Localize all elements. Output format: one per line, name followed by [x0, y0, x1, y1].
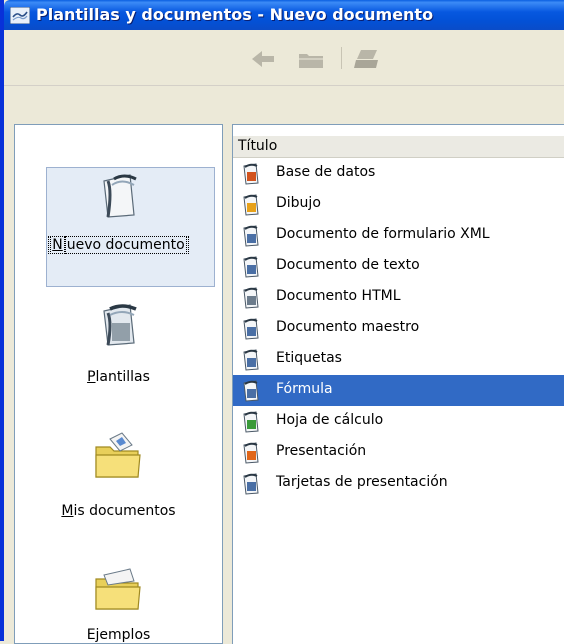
business-cards-icon: [243, 473, 259, 495]
spreadsheet-icon: [243, 411, 259, 433]
list-item[interactable]: Documento de formulario XML: [233, 220, 564, 251]
samples-folder-icon: [95, 568, 141, 610]
list-item[interactable]: Etiquetas: [233, 344, 564, 375]
labels-icon: [243, 349, 259, 371]
formula-icon: [243, 380, 259, 402]
list-item-label: Fórmula: [276, 381, 333, 397]
folder-up-icon[interactable]: [296, 47, 326, 71]
list-item-label: Base de datos: [276, 164, 376, 180]
back-arrow-icon[interactable]: [250, 47, 276, 71]
list-item-label: Tarjetas de presentación: [276, 474, 448, 490]
new-document-icon: [103, 174, 137, 218]
list-item-label: Documento HTML: [276, 288, 401, 304]
list-item-label: Documento maestro: [276, 319, 420, 335]
list-item[interactable]: Base de datos: [233, 158, 564, 189]
list-item-label: Dibujo: [276, 195, 321, 211]
nav-item-nuevo-documento[interactable]: Nuevo documento: [15, 125, 222, 287]
draw-icon: [243, 194, 259, 216]
toolbar-separator: [341, 47, 342, 69]
list-item-label: Documento de formulario XML: [276, 226, 490, 242]
list-item-label: Documento de texto: [276, 257, 420, 273]
templates-icon: [103, 304, 137, 346]
list-item[interactable]: Fórmula: [233, 375, 564, 406]
dialog-window: Plantillas y documentos - Nuevo document…: [0, 0, 564, 644]
title-bar[interactable]: Plantillas y documentos - Nuevo document…: [4, 0, 564, 30]
list-item-label: Etiquetas: [276, 350, 342, 366]
nav-item-plantillas[interactable]: Plantillas: [15, 243, 222, 385]
nav-item-mis-documentos[interactable]: Mis documentos: [15, 371, 222, 519]
list-item[interactable]: Documento maestro: [233, 313, 564, 344]
document-list-panel: Título Base de datos Dibujo Documento de f…: [232, 124, 564, 644]
list-item[interactable]: Documento de texto: [233, 251, 564, 282]
app-icon: [10, 7, 30, 24]
html-document-icon: [243, 287, 259, 309]
list-item[interactable]: Hoja de cálculo: [233, 406, 564, 437]
window-title: Plantillas y documentos - Nuevo document…: [36, 5, 434, 24]
my-documents-folder-icon: [95, 432, 141, 478]
column-header-title[interactable]: Título: [233, 136, 564, 158]
database-icon: [243, 163, 259, 185]
document-list: Base de datos Dibujo Documento de formular…: [233, 158, 564, 499]
xml-form-icon: [243, 225, 259, 247]
category-panel: Nuevo documento Plantillas Mis documento…: [14, 124, 223, 644]
list-item-label: Presentación: [276, 443, 367, 459]
list-item[interactable]: Presentación: [233, 437, 564, 468]
list-item-label: Hoja de cálculo: [276, 412, 384, 428]
list-item[interactable]: Tarjetas de presentación: [233, 468, 564, 499]
master-document-icon: [243, 318, 259, 340]
nav-item-ejemplos[interactable]: Ejemplos: [15, 503, 222, 643]
toolbar: [4, 30, 564, 86]
text-document-icon: [243, 256, 259, 278]
list-item[interactable]: Documento HTML: [233, 282, 564, 313]
presentation-icon: [243, 442, 259, 464]
print-icon[interactable]: [353, 47, 381, 71]
list-item[interactable]: Dibujo: [233, 189, 564, 220]
